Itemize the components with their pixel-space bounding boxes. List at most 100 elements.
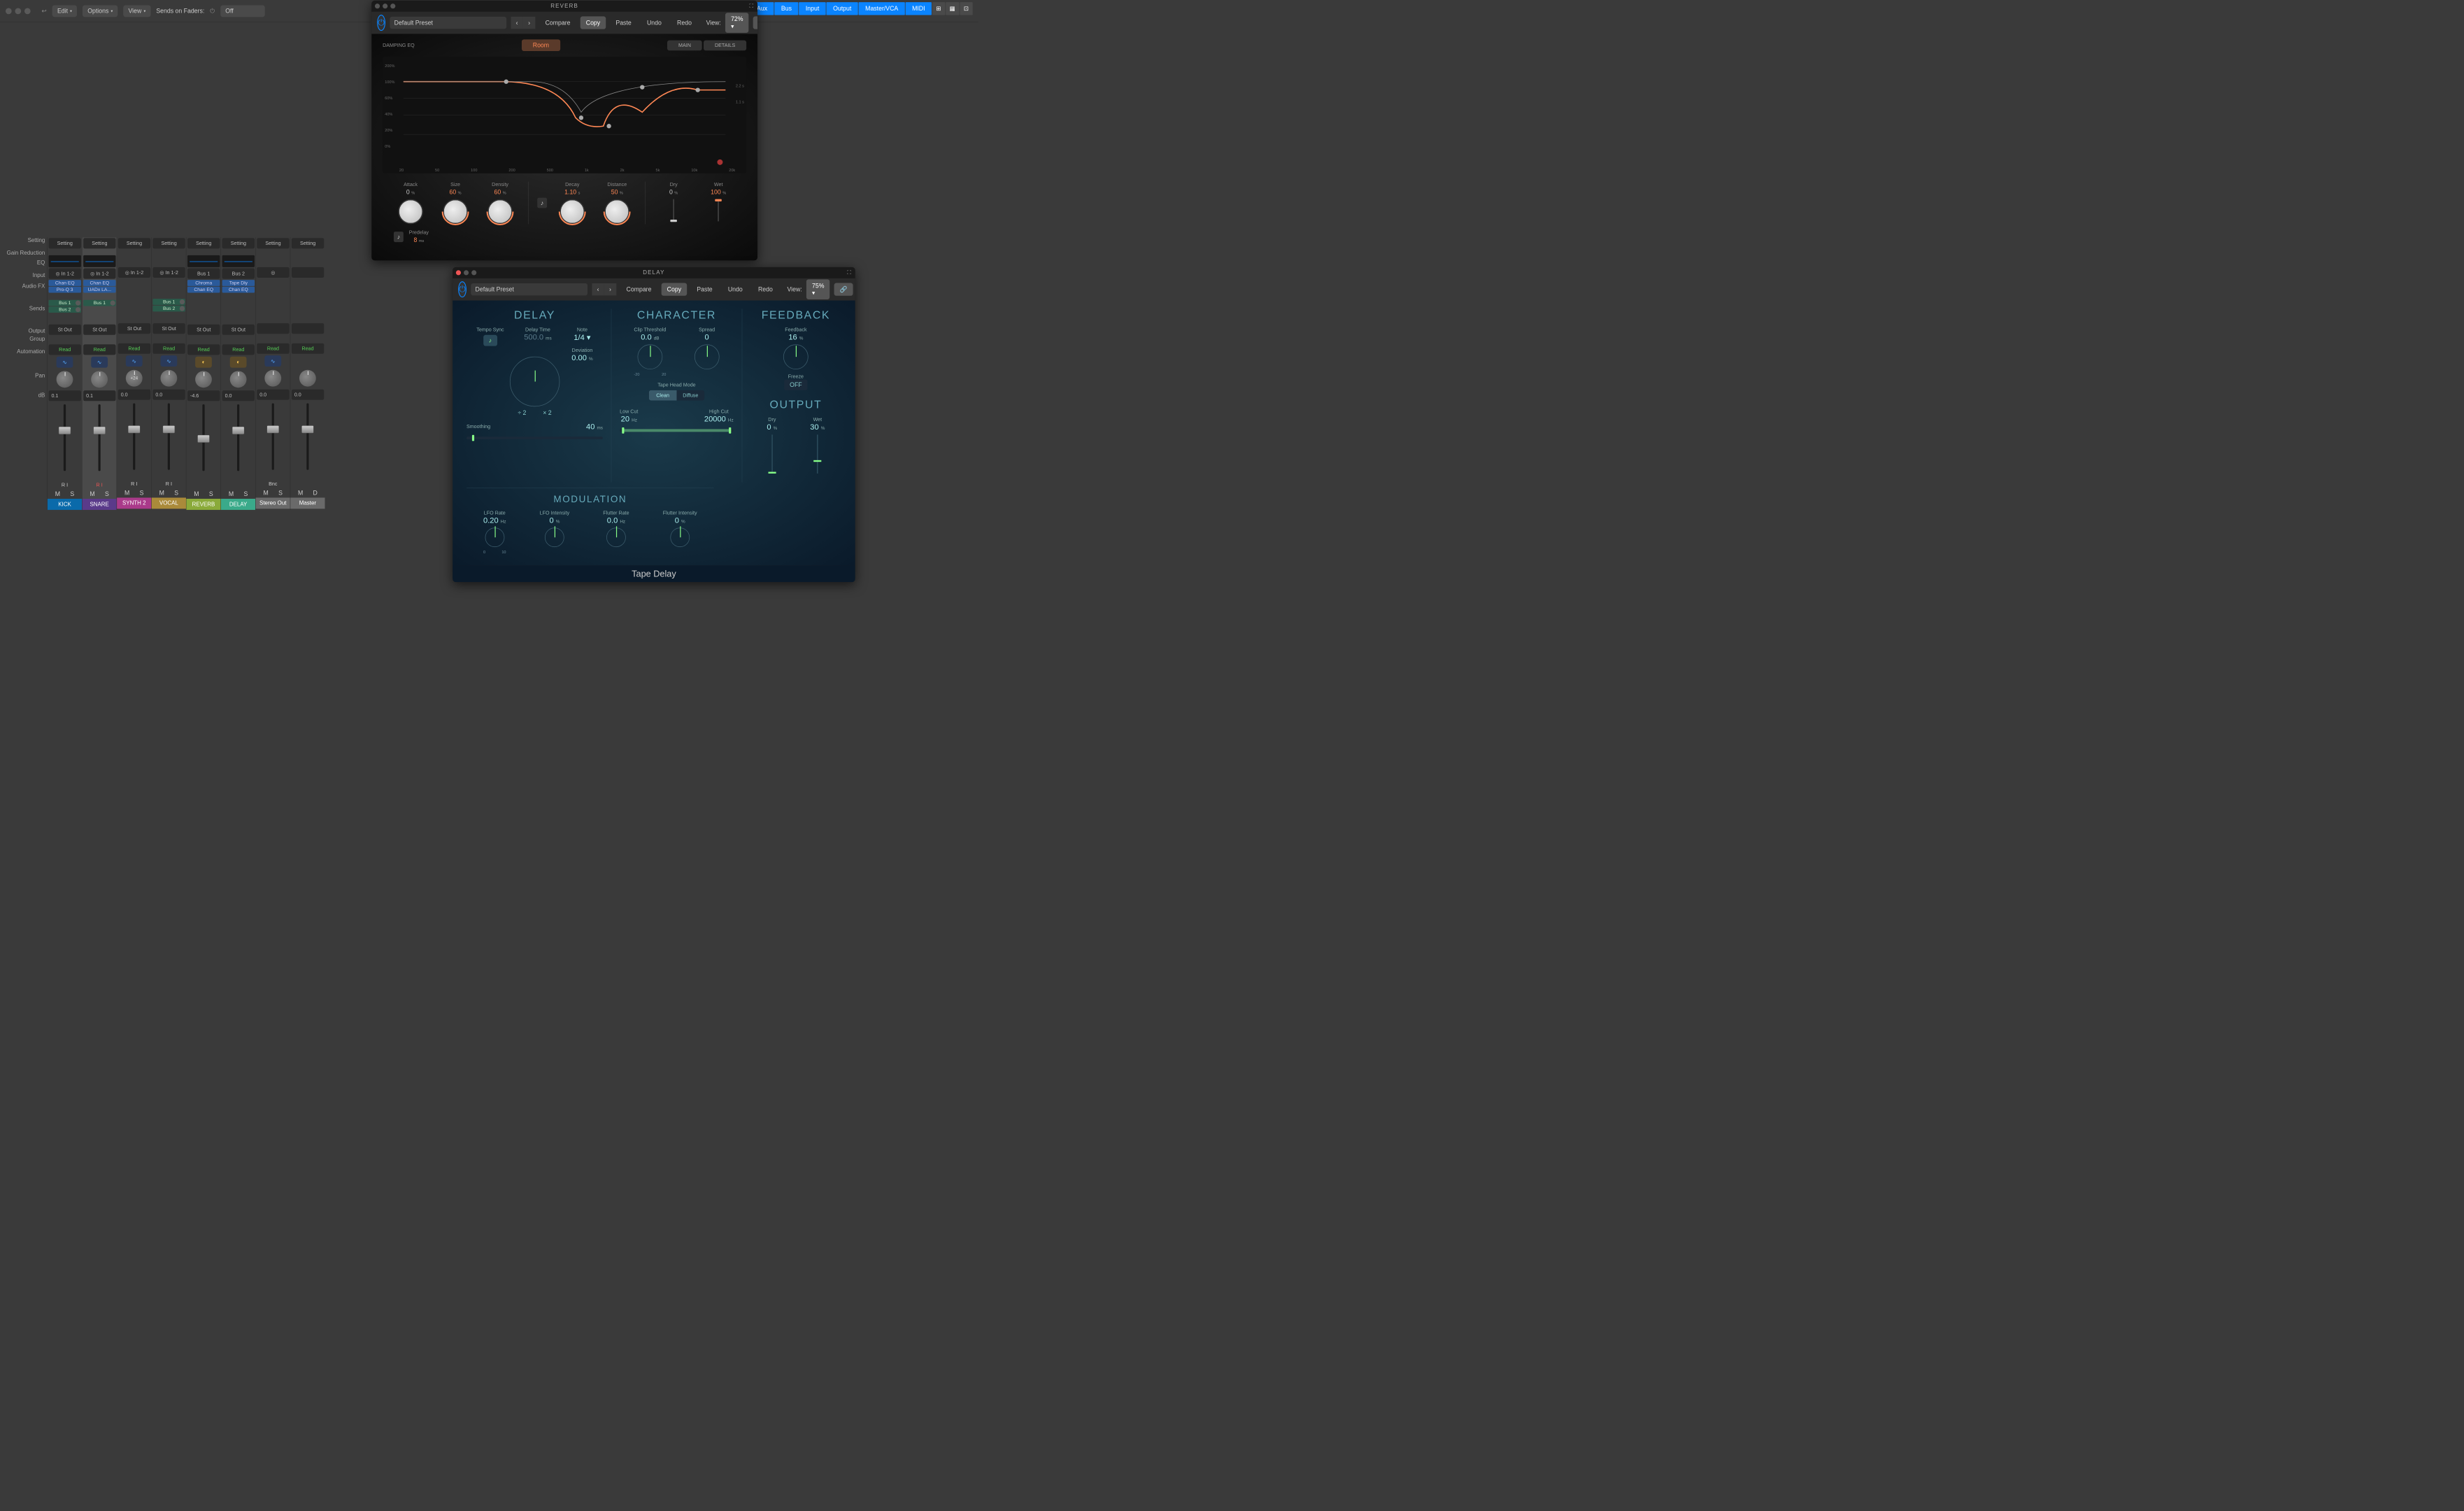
output-slot[interactable] xyxy=(292,323,324,334)
setting-button[interactable]: Setting xyxy=(257,238,289,248)
channel-strip-snare[interactable]: Setting◎ In 1-2Chan EQUADx LA...Bus 1St … xyxy=(82,237,117,509)
lfo-rate-knob[interactable] xyxy=(485,527,504,547)
record-input[interactable]: R I xyxy=(117,481,151,490)
input-slot[interactable]: ◎ In 1-2 xyxy=(83,269,115,279)
smoothing-value[interactable]: 40 xyxy=(586,422,594,430)
close-icon[interactable] xyxy=(456,270,461,275)
db-value[interactable]: 0.0 xyxy=(118,390,150,400)
track-icon[interactable]: ∿ xyxy=(57,357,73,368)
pan-knob[interactable]: +24 xyxy=(126,370,143,387)
room-tab[interactable]: Room xyxy=(522,39,560,51)
pan-knob[interactable] xyxy=(91,371,108,388)
filter-input[interactable]: Input xyxy=(799,2,825,15)
options-menu[interactable]: Options ▾ xyxy=(83,5,117,17)
channel-strip-kick[interactable]: Setting◎ In 1-2Chan EQPro-Q 3Bus 1Bus 2S… xyxy=(47,237,82,509)
automation-mode[interactable]: Read xyxy=(257,343,289,354)
record-input[interactable]: R I xyxy=(152,481,186,490)
undo-button[interactable]: Undo xyxy=(722,283,748,296)
prev-preset[interactable]: ‹ xyxy=(511,17,522,29)
eq-thumbnail[interactable] xyxy=(83,255,115,267)
size-knob[interactable] xyxy=(443,199,468,225)
channel-strip-delay[interactable]: SettingBus 2Tape DlyChan EQSt OutRead◐0.… xyxy=(221,237,256,509)
fader[interactable] xyxy=(256,400,290,481)
input-slot[interactable]: Bus 1 xyxy=(187,269,220,279)
record-input[interactable]: Bnc xyxy=(256,481,290,490)
details-tab[interactable]: DETAILS xyxy=(704,40,746,50)
filter-bus[interactable]: Bus xyxy=(774,2,798,15)
automation-mode[interactable]: Read xyxy=(48,344,80,355)
fader[interactable] xyxy=(290,400,325,481)
track-icon[interactable]: ∿ xyxy=(126,355,143,367)
track-icon[interactable]: ∿ xyxy=(91,357,108,368)
output-slot[interactable]: St Out xyxy=(118,323,150,334)
output-slot[interactable]: St Out xyxy=(83,325,115,335)
mute-button[interactable]: M xyxy=(298,490,303,498)
output-slot[interactable]: St Out xyxy=(187,325,220,335)
mute-button[interactable]: M xyxy=(55,490,60,499)
send-slot[interactable]: Bus 1 xyxy=(152,299,185,305)
channel-strip-synth-2[interactable]: Setting◎ In 1-2St OutRead∿+240.0R IMSSYN… xyxy=(117,237,152,509)
expand-icon[interactable]: ⛶ xyxy=(847,269,852,276)
note-value[interactable]: 1/4 xyxy=(574,333,584,341)
channel-strip-master[interactable]: SettingRead0.0MDMaster xyxy=(290,237,325,509)
feedback-knob[interactable] xyxy=(783,344,809,369)
fx-insert[interactable]: Chroma xyxy=(187,280,220,286)
decay-knob[interactable] xyxy=(560,199,585,225)
fx-insert[interactable]: Chan EQ xyxy=(83,280,115,286)
compare-button[interactable]: Compare xyxy=(621,283,657,296)
setting-button[interactable]: Setting xyxy=(83,238,115,248)
track-name[interactable]: VOCAL xyxy=(152,497,186,509)
undo-button[interactable]: Undo xyxy=(641,16,667,29)
db-value[interactable]: 0.0 xyxy=(222,390,255,401)
freeze-button[interactable]: OFF xyxy=(784,380,807,390)
fx-insert[interactable]: Pro-Q 3 xyxy=(48,287,80,293)
fx-insert[interactable]: Chan EQ xyxy=(48,280,80,286)
delay-time-value[interactable]: 500.0 xyxy=(524,333,543,341)
solo-button[interactable]: S xyxy=(140,490,144,498)
solo-button[interactable]: D xyxy=(313,490,318,498)
record-input[interactable] xyxy=(186,482,220,490)
db-value[interactable]: 0.0 xyxy=(152,390,185,400)
fader[interactable] xyxy=(221,402,255,482)
input-slot[interactable]: ◎ In 1-2 xyxy=(152,267,185,278)
automation-mode[interactable]: Read xyxy=(222,344,255,355)
prev-preset[interactable]: ‹ xyxy=(592,283,604,295)
density-knob[interactable] xyxy=(487,199,513,225)
compare-button[interactable]: Compare xyxy=(540,16,576,29)
output-slot[interactable]: St Out xyxy=(152,323,185,334)
send-slot[interactable]: Bus 1 xyxy=(83,300,115,306)
solo-button[interactable]: S xyxy=(174,490,178,498)
solo-button[interactable]: S xyxy=(70,490,74,499)
pan-knob[interactable] xyxy=(299,370,316,387)
automation-mode[interactable]: Read xyxy=(292,343,324,354)
clip-knob[interactable] xyxy=(637,344,662,369)
filter-master/vca[interactable]: Master/VCA xyxy=(859,2,905,15)
clip-value[interactable]: 0.0 xyxy=(641,333,651,341)
solo-button[interactable]: S xyxy=(278,490,283,498)
pan-knob[interactable] xyxy=(230,371,247,388)
automation-mode[interactable]: Read xyxy=(83,344,115,355)
mute-button[interactable]: M xyxy=(159,490,164,498)
paste-button[interactable]: Paste xyxy=(691,283,718,296)
sends-value[interactable]: Off xyxy=(220,5,265,17)
solo-button[interactable]: S xyxy=(209,490,213,499)
track-icon[interactable]: ∿ xyxy=(264,355,281,367)
fader[interactable] xyxy=(117,400,151,481)
link-icon[interactable]: 🔗 xyxy=(834,283,853,296)
filter-output[interactable]: Output xyxy=(827,2,858,15)
next-preset[interactable]: › xyxy=(523,17,535,29)
track-name[interactable]: SYNTH 2 xyxy=(117,497,151,509)
channel-strip-vocal[interactable]: Setting◎ In 1-2Bus 1Bus 2St OutRead∿0.0R… xyxy=(151,237,186,509)
paste-button[interactable]: Paste xyxy=(610,16,636,29)
distance-knob[interactable] xyxy=(604,199,629,225)
mute-button[interactable]: M xyxy=(194,490,199,499)
link-icon[interactable]: 🔗 xyxy=(753,16,757,29)
tempo-sync-button[interactable]: ♪ xyxy=(483,335,497,346)
track-name[interactable]: SNARE xyxy=(83,499,117,510)
mute-button[interactable]: M xyxy=(264,490,269,498)
predelay-sync-icon[interactable]: ♪ xyxy=(394,232,404,242)
db-value[interactable]: 0.0 xyxy=(257,390,289,400)
reverb-eq-graph[interactable]: 200%100%60%40%20%0% 2.2 s1.1 s 205010020… xyxy=(383,57,746,173)
eq-thumbnail[interactable] xyxy=(48,255,80,267)
back-icon[interactable]: ↩ xyxy=(42,8,47,15)
